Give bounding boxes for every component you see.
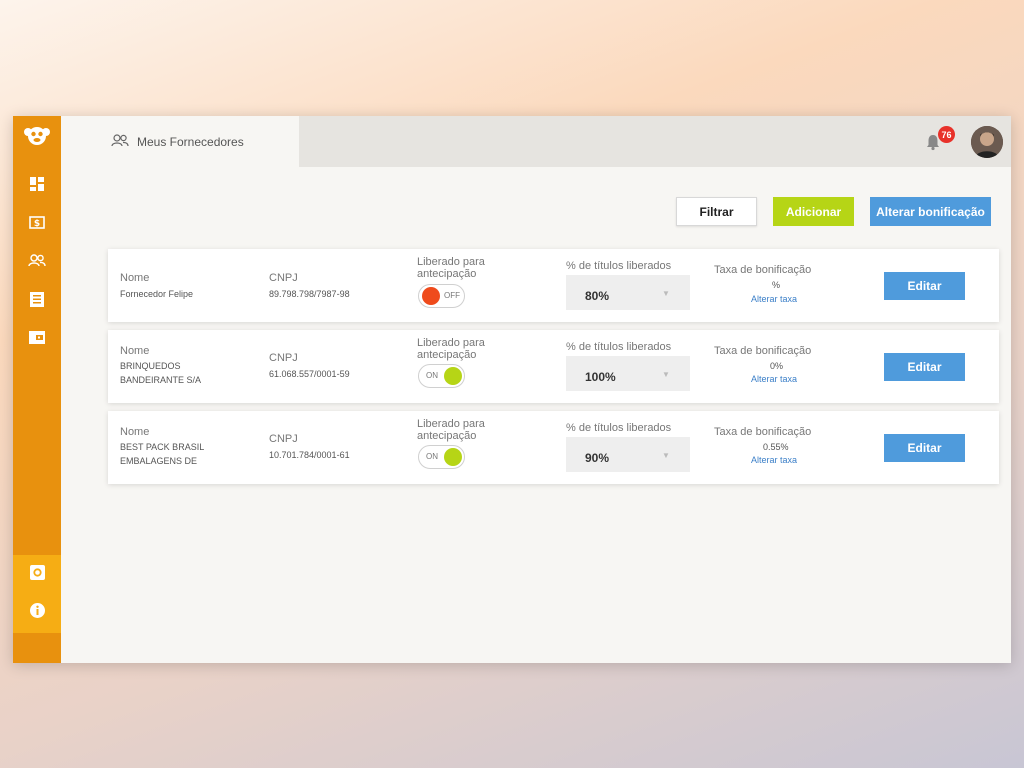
percent-select[interactable]: 100% ▼ [566, 356, 690, 391]
notification-badge: 76 [938, 126, 955, 143]
supplier-card: Nome BEST PACK BRASIL EMBALAGENS DE CNPJ… [108, 411, 999, 484]
change-rate-link[interactable]: Alterar taxa [751, 374, 797, 384]
anticipation-toggle[interactable]: OFF [418, 284, 465, 308]
edit-button[interactable]: Editar [884, 272, 965, 300]
percent-label: % de títulos liberados [566, 341, 672, 353]
chevron-down-icon: ▼ [662, 451, 670, 460]
released-label-line2: antecipação [417, 349, 477, 361]
cnpj-label: CNPJ [269, 433, 298, 445]
app-window: $ Meus Fornecedores 76 Filtrar Adicionar… [13, 116, 1011, 663]
change-rate-link[interactable]: Alterar taxa [751, 455, 797, 465]
supplier-name-line1: BRINQUEDOS [120, 361, 181, 371]
user-avatar[interactable] [971, 126, 1003, 158]
sidebar-item-settings[interactable] [13, 560, 61, 590]
bonus-rate-value: 0% [770, 361, 784, 371]
name-label: Nome [120, 345, 150, 357]
sidebar-item-finance[interactable]: $ [13, 210, 61, 240]
filter-button[interactable]: Filtrar [676, 197, 757, 226]
bonus-rate-label: Taxa de bonificação [714, 345, 812, 357]
name-label: Nome [120, 272, 150, 284]
document-icon [30, 292, 44, 312]
toggle-state: OFF [444, 291, 460, 300]
released-label-line2: antecipação [417, 268, 477, 280]
percent-select[interactable]: 80% ▼ [566, 275, 690, 310]
supplier-cnpj: 89.798.798/7987-98 [269, 289, 350, 299]
users-icon [28, 254, 46, 272]
change-rate-link[interactable]: Alterar taxa [751, 294, 797, 304]
monkey-logo-icon[interactable] [23, 124, 51, 148]
supplier-cnpj: 10.701.784/0001-61 [269, 450, 350, 460]
cnpj-label: CNPJ [269, 272, 298, 284]
sidebar: $ [13, 116, 61, 663]
toggle-knob [444, 367, 462, 385]
tab-label: Meus Fornecedores [137, 134, 244, 149]
edit-button[interactable]: Editar [884, 353, 965, 381]
anticipation-toggle[interactable]: ON [418, 364, 465, 388]
money-icon: $ [29, 216, 45, 234]
sidebar-item-wallet[interactable] [13, 325, 61, 355]
supplier-cnpj: 61.068.557/0001-59 [269, 369, 350, 379]
supplier-name-line1: BEST PACK BRASIL [120, 442, 205, 452]
chevron-down-icon: ▼ [662, 289, 670, 298]
sidebar-bottom-group [13, 555, 61, 633]
bonus-rate-label: Taxa de bonificação [714, 426, 812, 438]
add-supplier-button[interactable]: Adicionar [773, 197, 854, 226]
toggle-state: ON [426, 452, 438, 461]
topbar: Meus Fornecedores 76 [61, 116, 1011, 167]
supplier-card: Nome Fornecedor Felipe CNPJ 89.798.798/7… [108, 249, 999, 322]
dashboard-icon [30, 176, 44, 196]
released-label-line2: antecipação [417, 430, 477, 442]
change-bonus-button[interactable]: Alterar bonificação [870, 197, 991, 226]
wallet-icon [29, 331, 45, 349]
chevron-down-icon: ▼ [662, 370, 670, 379]
toggle-knob [444, 448, 462, 466]
sidebar-item-info[interactable] [13, 598, 61, 628]
percent-value: 90% [585, 451, 610, 465]
anticipation-toggle[interactable]: ON [418, 445, 465, 469]
sidebar-item-documents[interactable] [13, 287, 61, 317]
gear-icon [29, 565, 45, 585]
toggle-knob [422, 287, 440, 305]
sidebar-item-suppliers[interactable] [13, 248, 61, 278]
users-icon [111, 133, 137, 150]
info-icon [29, 603, 45, 623]
svg-text:$: $ [34, 219, 40, 229]
percent-value: 100% [585, 370, 616, 384]
toggle-state: ON [426, 371, 438, 380]
cnpj-label: CNPJ [269, 352, 298, 364]
name-label: Nome [120, 426, 150, 438]
bonus-rate-value: % [772, 280, 781, 290]
bonus-rate-value: 0.55% [763, 442, 789, 452]
supplier-card: Nome BRINQUEDOS BANDEIRANTE S/A CNPJ 61.… [108, 330, 999, 403]
supplier-name-line2: EMBALAGENS DE [120, 456, 198, 466]
percent-label: % de títulos liberados [566, 422, 672, 434]
sidebar-item-dashboard[interactable] [13, 171, 61, 201]
percent-value: 80% [585, 289, 610, 303]
bonus-rate-label: Taxa de bonificação [714, 264, 812, 276]
percent-select[interactable]: 90% ▼ [566, 437, 690, 472]
edit-button[interactable]: Editar [884, 434, 965, 462]
tab-meus-fornecedores[interactable]: Meus Fornecedores [61, 116, 299, 167]
supplier-name-line1: Fornecedor Felipe [120, 289, 194, 299]
supplier-name-line2: BANDEIRANTE S/A [120, 375, 202, 385]
percent-label: % de títulos liberados [566, 260, 672, 272]
